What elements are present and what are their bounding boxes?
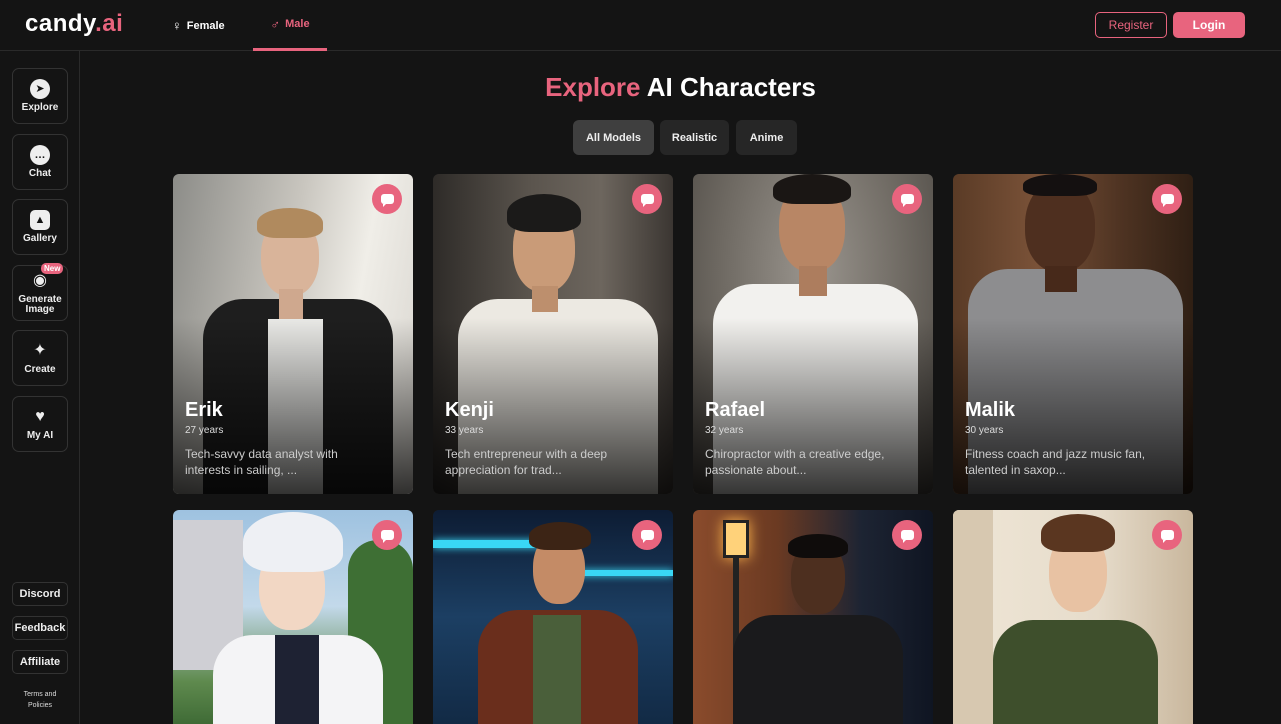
chat-icon[interactable]	[892, 184, 922, 214]
tab-female[interactable]: ♀ Female	[172, 0, 225, 51]
filter-realistic[interactable]: Realistic	[660, 120, 729, 155]
terms-line: Terms and	[23, 691, 57, 698]
sidebar-item-label: My AI	[26, 430, 54, 441]
page-title: Explore AI Characters	[80, 72, 1281, 103]
chat-icon[interactable]	[1152, 520, 1182, 550]
sidebar-item-label: Explore	[21, 102, 59, 113]
description-line: interests in sailing, ...	[185, 463, 298, 477]
description-line: appreciation for trad...	[445, 463, 562, 477]
card-info: Erik 27 years Tech-savvy data analyst wi…	[185, 399, 401, 478]
character-name: Erik	[185, 399, 223, 421]
character-card-malik[interactable]: Malik 30 years Fitness coach and jazz mu…	[953, 174, 1193, 494]
sidebar-item-create[interactable]: ✦ Create	[12, 330, 68, 386]
character-name: Rafael	[705, 399, 766, 421]
card-info: Rafael 32 years Chiropractor with a crea…	[705, 399, 921, 478]
logo[interactable]: candy.ai	[25, 10, 123, 38]
logo-main: candy	[25, 10, 96, 37]
sidebar-item-explore[interactable]: ➤ Explore	[12, 68, 68, 124]
character-card-kenji[interactable]: Kenji 33 years Tech entrepreneur with a …	[433, 174, 673, 494]
character-card-anime-3[interactable]	[693, 510, 933, 724]
tab-female-label: Female	[186, 19, 225, 32]
compass-icon: ➤	[30, 79, 50, 99]
female-symbol-icon: ♀	[172, 18, 182, 33]
character-description: Tech entrepreneur with a deep appreciati…	[445, 446, 661, 478]
chat-icon[interactable]	[632, 520, 662, 550]
character-description: Chiropractor with a creative edge, passi…	[705, 446, 921, 478]
heart-icon: ♥	[35, 408, 45, 425]
feedback-button[interactable]: Feedback	[12, 616, 68, 640]
chat-icon[interactable]	[372, 184, 402, 214]
character-description: Tech-savvy data analyst with interests i…	[185, 446, 401, 478]
character-name: Kenji	[445, 399, 494, 421]
card-info: Malik 30 years Fitness coach and jazz mu…	[965, 399, 1181, 478]
description-line: Chiropractor with a creative edge,	[705, 447, 885, 461]
sidebar-item-my-ai[interactable]: ♥ My AI	[12, 396, 68, 452]
card-info: Kenji 33 years Tech entrepreneur with a …	[445, 399, 661, 478]
character-card-anime-1[interactable]	[173, 510, 413, 724]
character-age: 32 years	[705, 425, 744, 436]
character-card-rafael[interactable]: Rafael 32 years Chiropractor with a crea…	[693, 174, 933, 494]
filter-anime[interactable]: Anime	[736, 120, 797, 155]
camera-icon: ◉	[33, 272, 47, 289]
sidebar-item-label: Gallery	[23, 233, 57, 244]
login-button[interactable]: Login	[1173, 12, 1245, 38]
character-name: Malik	[965, 399, 1016, 421]
character-age: 30 years	[965, 425, 1004, 436]
chat-icon[interactable]	[1152, 184, 1182, 214]
character-age: 27 years	[185, 425, 224, 436]
tab-male[interactable]: ♂ Male	[253, 0, 327, 51]
image-icon: ▲	[30, 210, 50, 230]
page-title-rest: AI Characters	[646, 72, 816, 102]
discord-button[interactable]: Discord	[12, 582, 68, 606]
tab-male-label: Male	[285, 18, 310, 30]
description-line: Tech entrepreneur with a deep	[445, 447, 608, 461]
chat-icon[interactable]	[892, 520, 922, 550]
new-badge: New	[41, 263, 64, 274]
page-title-accent: Explore	[545, 72, 641, 102]
character-card-anime-2[interactable]	[433, 510, 673, 724]
character-age: 33 years	[445, 425, 484, 436]
chat-icon[interactable]	[372, 520, 402, 550]
terms-line: Policies	[27, 702, 53, 709]
description-line: talented in saxop...	[965, 463, 1066, 477]
sidebar-item-label: Generate Image	[18, 294, 62, 315]
sidebar: ➤ Explore … Chat ▲ Gallery New ◉ Generat…	[0, 51, 80, 724]
description-line: Fitness coach and jazz music fan,	[965, 447, 1146, 461]
affiliate-button[interactable]: Affiliate	[12, 650, 68, 674]
character-card-anime-4[interactable]	[953, 510, 1193, 724]
chat-bubble-icon: …	[30, 145, 50, 165]
chat-icon[interactable]	[632, 184, 662, 214]
terms-link[interactable]: Terms and Policies	[12, 689, 68, 711]
sidebar-item-generate-image[interactable]: New ◉ Generate Image	[12, 263, 68, 321]
description-line: Tech-savvy data analyst with	[185, 447, 338, 461]
sidebar-item-label: Chat	[28, 168, 52, 179]
register-button[interactable]: Register	[1095, 12, 1167, 38]
sidebar-item-chat[interactable]: … Chat	[12, 134, 68, 190]
filter-all-models[interactable]: All Models	[573, 120, 654, 155]
description-line: passionate about...	[705, 463, 807, 477]
logo-accent: .ai	[95, 10, 124, 37]
male-symbol-icon: ♂	[270, 16, 281, 32]
magic-wand-icon: ✦	[33, 342, 47, 359]
sidebar-item-label: Create	[24, 364, 56, 375]
top-header: candy.ai ♀ Female ♂ Male Register Login	[0, 0, 1281, 51]
character-card-erik[interactable]: Erik 27 years Tech-savvy data analyst wi…	[173, 174, 413, 494]
character-description: Fitness coach and jazz music fan, talent…	[965, 446, 1181, 478]
sidebar-item-gallery[interactable]: ▲ Gallery	[12, 199, 68, 255]
